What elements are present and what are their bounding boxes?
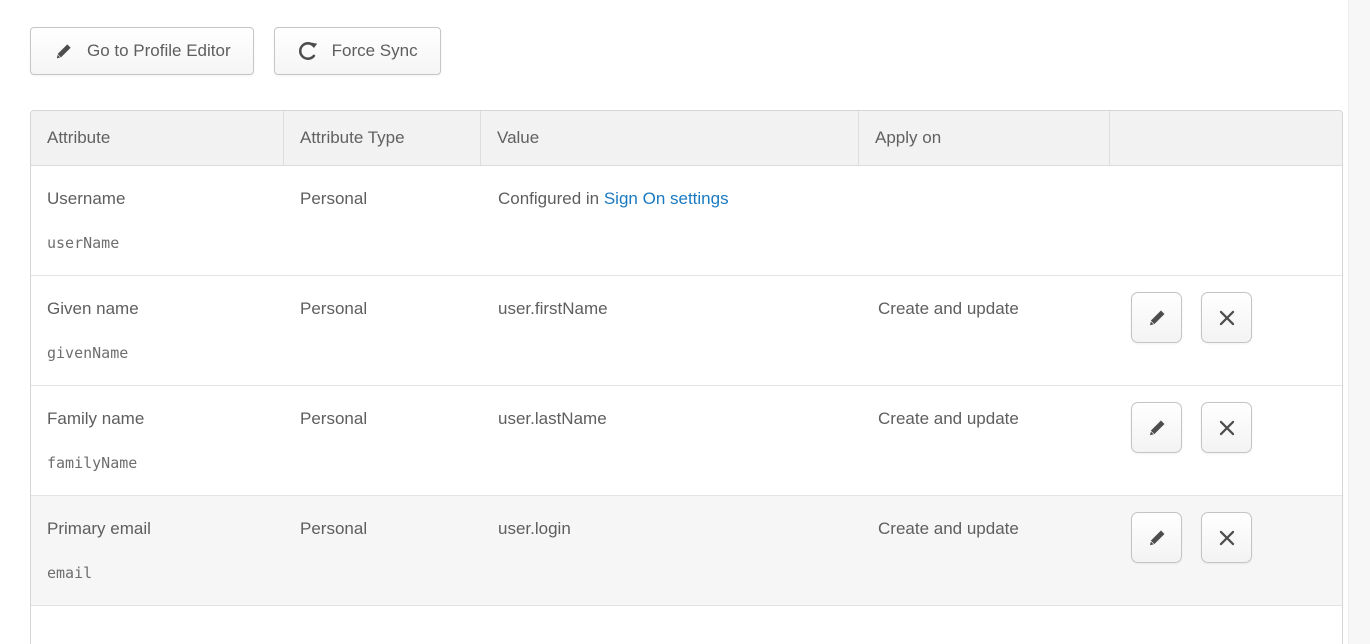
go-to-profile-editor-button[interactable]: Go to Profile Editor (30, 27, 254, 75)
pencil-icon (53, 41, 74, 62)
x-icon (1216, 527, 1238, 549)
apply-on-cell: Create and update (859, 496, 1110, 605)
attribute-mapping-table: Attribute Attribute Type Value Apply on … (30, 110, 1343, 644)
pencil-icon (1146, 307, 1168, 329)
value-cell: user.firstName (481, 276, 859, 385)
attribute-label: Primary email (47, 518, 274, 540)
value-cell: user.login (481, 496, 859, 605)
edit-attribute-button[interactable] (1131, 512, 1182, 563)
table-row-primary-email: Primary email email Personal user.login … (31, 496, 1342, 606)
x-icon (1216, 417, 1238, 439)
toolbar: Go to Profile Editor Force Sync (30, 27, 441, 75)
attribute-type-cell: Personal (284, 496, 481, 605)
pencil-icon (1146, 527, 1168, 549)
table-header: Attribute Attribute Type Value Apply on (31, 111, 1342, 166)
page-right-gutter (1348, 0, 1370, 644)
attribute-cell: Primary email email (31, 496, 284, 605)
refresh-icon (297, 40, 319, 62)
delete-attribute-button[interactable] (1201, 292, 1252, 343)
attribute-variable-name: givenName (47, 342, 274, 364)
value-cell: user.lastName (481, 386, 859, 495)
attribute-cell: Family name familyName (31, 386, 284, 495)
edit-attribute-button[interactable] (1131, 402, 1182, 453)
delete-attribute-button[interactable] (1201, 512, 1252, 563)
table-row-username: Username userName Personal Configured in… (31, 166, 1342, 276)
attribute-variable-name: familyName (47, 452, 274, 474)
actions-cell (1110, 276, 1342, 385)
delete-attribute-button[interactable] (1201, 402, 1252, 453)
apply-on-cell (859, 166, 1110, 275)
attribute-label: Username (47, 188, 274, 210)
actions-cell (1110, 496, 1342, 605)
table-row-family-name: Family name familyName Personal user.las… (31, 386, 1342, 496)
attribute-label: Given name (47, 298, 274, 320)
attribute-cell: Given name givenName (31, 276, 284, 385)
apply-on-cell: Create and update (859, 386, 1110, 495)
attribute-cell: Username userName (31, 166, 284, 275)
force-sync-button[interactable]: Force Sync (274, 27, 441, 75)
column-header-value: Value (481, 111, 859, 165)
attribute-type-cell: Personal (284, 386, 481, 495)
column-header-actions (1110, 111, 1342, 165)
value-cell: Configured in Sign On settings (481, 166, 859, 275)
actions-cell-empty (1110, 166, 1342, 275)
value-prefix-text: Configured in (498, 189, 604, 208)
column-header-attribute: Attribute (31, 111, 284, 165)
next-row-partial (31, 606, 1342, 644)
table-row-given-name: Given name givenName Personal user.first… (31, 276, 1342, 386)
force-sync-label: Force Sync (332, 41, 418, 61)
go-to-profile-editor-label: Go to Profile Editor (87, 41, 231, 61)
apply-on-cell: Create and update (859, 276, 1110, 385)
attribute-type-cell: Personal (284, 166, 481, 275)
attribute-variable-name: userName (47, 232, 274, 254)
actions-cell (1110, 386, 1342, 495)
attribute-variable-name: email (47, 562, 274, 584)
x-icon (1216, 307, 1238, 329)
pencil-icon (1146, 417, 1168, 439)
edit-attribute-button[interactable] (1131, 292, 1182, 343)
column-header-apply-on: Apply on (859, 111, 1110, 165)
column-header-attribute-type: Attribute Type (284, 111, 481, 165)
sign-on-settings-link[interactable]: Sign On settings (604, 189, 729, 208)
attribute-type-cell: Personal (284, 276, 481, 385)
attribute-label: Family name (47, 408, 274, 430)
